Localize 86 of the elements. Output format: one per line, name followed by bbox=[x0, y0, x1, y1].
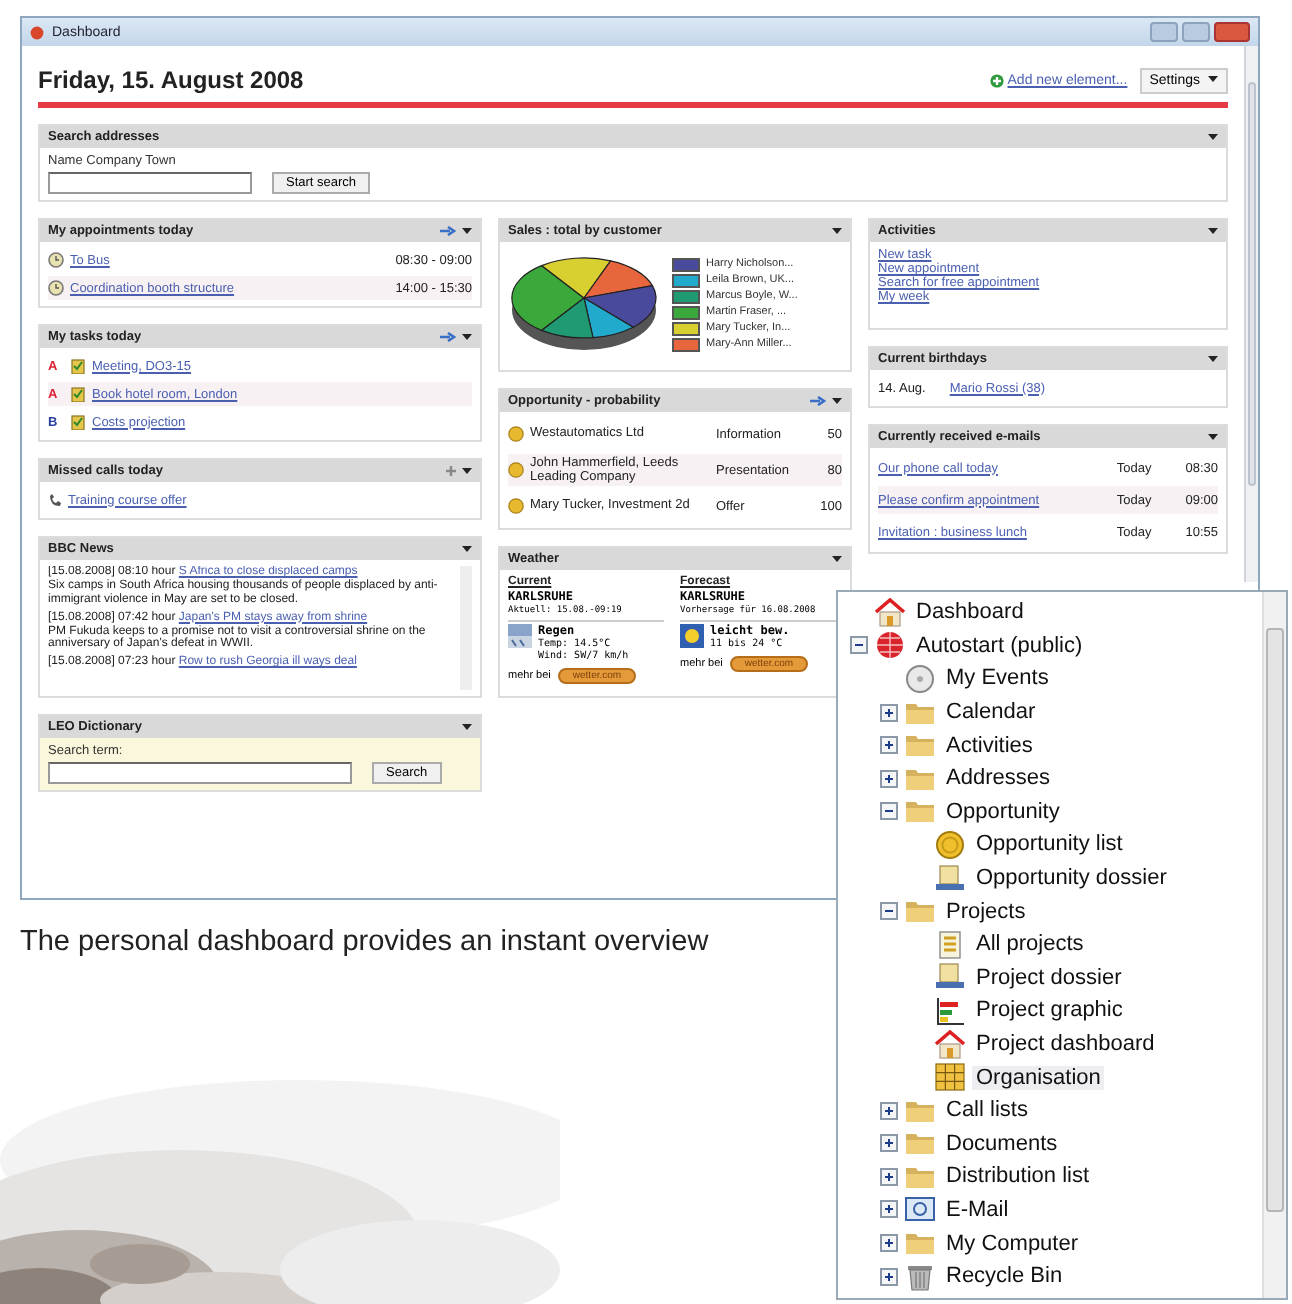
coin-icon bbox=[508, 426, 524, 442]
app-icon bbox=[30, 25, 44, 39]
search-field[interactable] bbox=[48, 172, 252, 194]
mail-icon bbox=[904, 1194, 936, 1225]
tree-item[interactable]: My Events bbox=[942, 666, 1053, 691]
expand-icon[interactable] bbox=[880, 1167, 898, 1186]
arrow-icon bbox=[440, 332, 456, 342]
clock-icon bbox=[48, 252, 64, 268]
dropdown-icon bbox=[832, 555, 842, 563]
expand-icon[interactable] bbox=[880, 1101, 898, 1120]
clock-icon bbox=[48, 280, 64, 296]
expand-icon[interactable] bbox=[880, 1267, 898, 1286]
folder-icon bbox=[904, 1128, 936, 1159]
tree-item[interactable]: Opportunity list bbox=[972, 832, 1127, 857]
scrollbar[interactable] bbox=[1244, 46, 1258, 582]
tree-item[interactable]: Calendar bbox=[942, 700, 1040, 725]
coin-icon bbox=[508, 462, 524, 478]
date-heading: Friday, 15. August 2008 bbox=[38, 66, 304, 94]
expand-icon[interactable] bbox=[880, 1134, 898, 1153]
tree-item[interactable]: Opportunity bbox=[942, 799, 1064, 824]
dossier-icon bbox=[934, 863, 966, 894]
tree-item[interactable]: Call lists bbox=[942, 1098, 1032, 1123]
tree-item[interactable]: Project dossier bbox=[972, 965, 1126, 990]
dropdown-icon bbox=[832, 397, 842, 405]
dropdown-icon bbox=[1208, 433, 1218, 441]
home-icon bbox=[874, 597, 906, 628]
tree-item[interactable]: Projects bbox=[942, 899, 1030, 924]
bar-chart-icon bbox=[934, 995, 966, 1026]
folder-icon bbox=[904, 896, 936, 927]
dropdown-icon bbox=[1208, 227, 1218, 235]
tree-item[interactable]: Organisation bbox=[972, 1065, 1105, 1090]
dossier-icon bbox=[934, 962, 966, 993]
collapse-icon[interactable] bbox=[880, 902, 898, 921]
dropdown-icon bbox=[1208, 355, 1218, 363]
arrow-icon bbox=[440, 226, 456, 236]
globe-icon bbox=[874, 630, 906, 661]
tree-item[interactable]: My Computer bbox=[942, 1231, 1083, 1256]
tree-item[interactable]: Documents bbox=[942, 1131, 1062, 1156]
folder-icon bbox=[904, 730, 936, 761]
expand-icon[interactable] bbox=[880, 703, 898, 722]
folder-icon bbox=[904, 796, 936, 827]
tree-item[interactable]: Distribution list bbox=[942, 1164, 1094, 1189]
home-icon bbox=[934, 1029, 966, 1060]
trash-icon bbox=[904, 1261, 936, 1292]
tree-item[interactable]: All projects bbox=[972, 932, 1088, 957]
tree-item[interactable]: Autostart (public) bbox=[912, 633, 1087, 658]
dropdown-icon bbox=[462, 333, 472, 341]
phone-icon bbox=[48, 493, 62, 507]
expand-icon[interactable] bbox=[880, 769, 898, 788]
dropdown-icon bbox=[462, 467, 472, 475]
dropdown-icon bbox=[462, 227, 472, 235]
folder-icon bbox=[904, 1228, 936, 1259]
search-field[interactable] bbox=[48, 762, 352, 784]
coin-icon bbox=[508, 498, 524, 514]
caret-icon bbox=[1208, 76, 1218, 84]
scrollbar[interactable] bbox=[1262, 592, 1286, 1298]
task-icon bbox=[70, 414, 86, 430]
task-icon bbox=[70, 386, 86, 402]
expand-icon[interactable] bbox=[880, 1200, 898, 1219]
coin-icon bbox=[934, 829, 966, 860]
arrow-icon bbox=[810, 396, 826, 406]
dropdown-icon bbox=[832, 227, 842, 235]
document-icon bbox=[934, 929, 966, 960]
dropdown-icon bbox=[462, 723, 472, 731]
tree-item[interactable]: Activities bbox=[942, 733, 1037, 758]
tree-item[interactable]: Opportunity dossier bbox=[972, 866, 1171, 891]
add-icon bbox=[446, 466, 456, 476]
collapse-icon[interactable] bbox=[850, 636, 868, 655]
task-icon bbox=[70, 358, 86, 374]
plus-icon bbox=[989, 73, 1004, 87]
disc-icon bbox=[904, 663, 936, 694]
sun-icon bbox=[680, 624, 704, 648]
tree-item[interactable]: E-Mail bbox=[942, 1197, 1013, 1222]
collapse-icon[interactable] bbox=[880, 802, 898, 821]
tree-item[interactable]: Dashboard bbox=[912, 600, 1028, 625]
rain-icon bbox=[508, 624, 532, 648]
caption-text: The personal dashboard provides an instant overview bbox=[20, 924, 711, 961]
tree-item[interactable]: Recycle Bin bbox=[942, 1264, 1067, 1289]
expand-icon[interactable] bbox=[880, 1234, 898, 1253]
tree-item[interactable]: Addresses bbox=[942, 766, 1054, 791]
tree-item[interactable]: Project dashboard bbox=[972, 1032, 1159, 1057]
grid-icon bbox=[934, 1062, 966, 1093]
expand-icon[interactable] bbox=[880, 736, 898, 755]
dropdown-icon bbox=[1208, 133, 1218, 141]
dropdown-icon bbox=[462, 545, 472, 553]
tree-item[interactable]: Project graphic bbox=[972, 998, 1127, 1023]
